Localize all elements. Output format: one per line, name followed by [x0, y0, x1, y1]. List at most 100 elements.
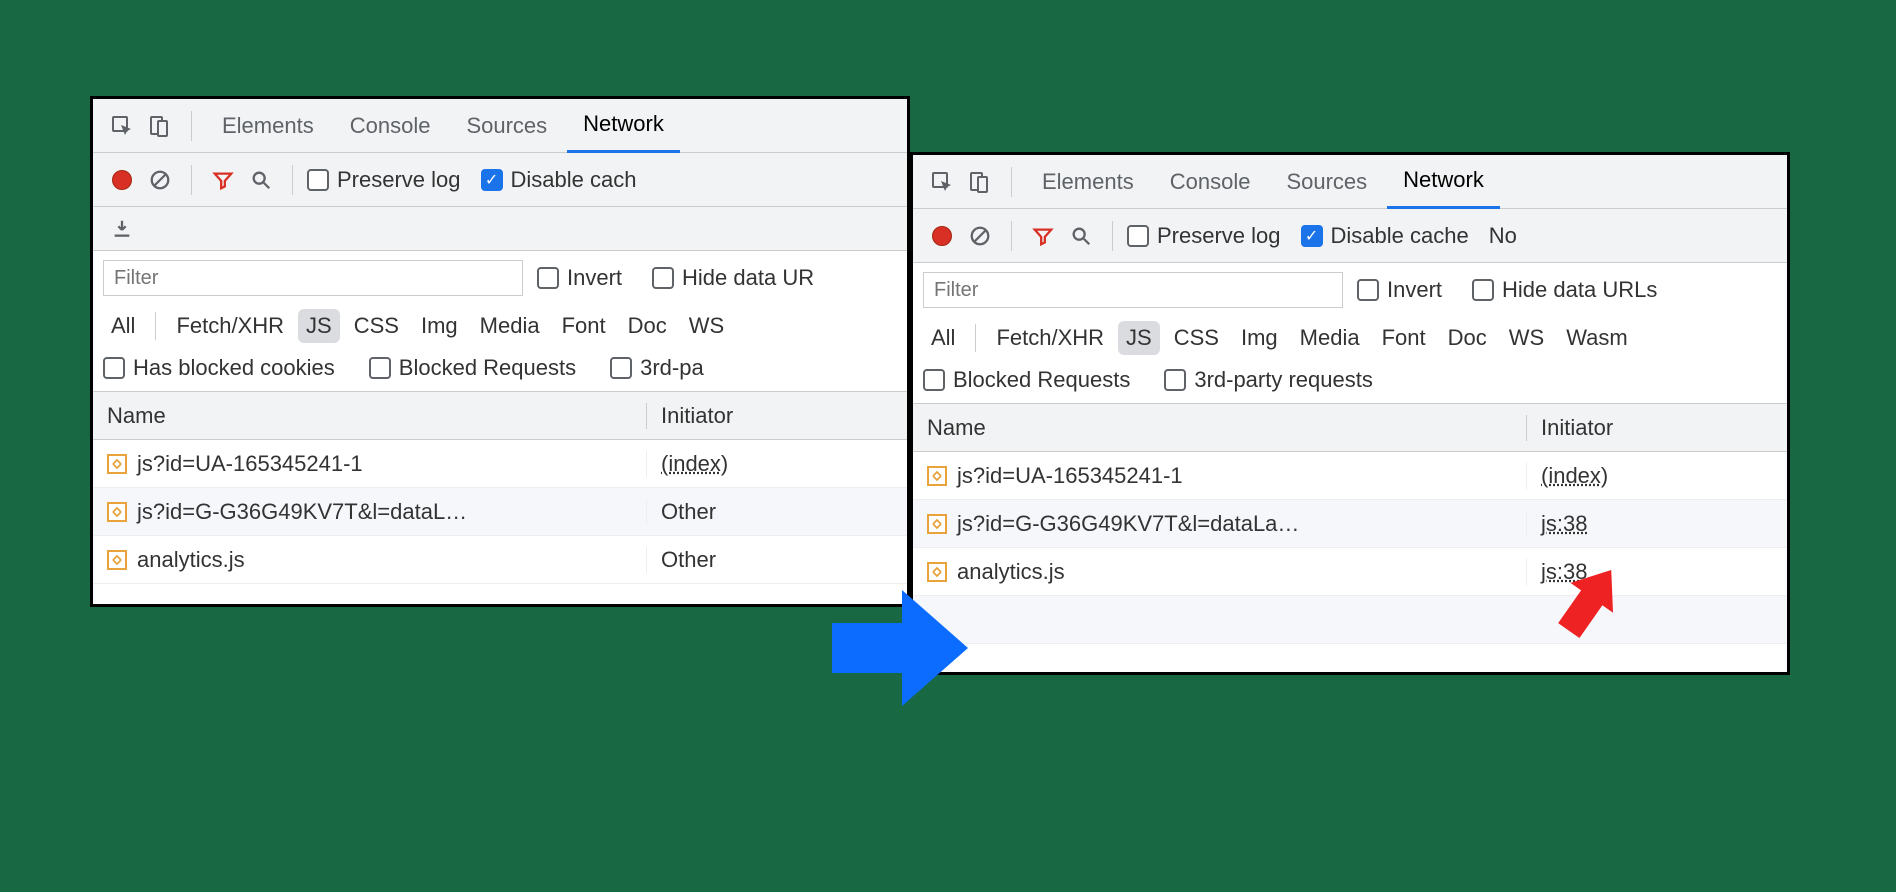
filter-input[interactable]	[103, 260, 523, 296]
disable-cache-option[interactable]: ✓Disable cache	[1301, 223, 1469, 249]
type-css[interactable]: CSS	[1166, 321, 1227, 355]
blue-arrow-icon	[830, 588, 970, 708]
request-name: js?id=UA-165345241-1	[137, 451, 363, 477]
request-name: analytics.js	[137, 547, 245, 573]
separator	[1011, 167, 1012, 197]
request-name: js?id=UA-165345241-1	[957, 463, 1183, 489]
filter-toggle-icon[interactable]	[206, 163, 240, 197]
preserve-log-option[interactable]: Preserve log	[307, 167, 461, 193]
tab-console[interactable]: Console	[334, 99, 447, 153]
filter-controls-row: Invert Hide data UR	[93, 251, 907, 305]
type-all[interactable]: All	[923, 321, 963, 355]
preserve-log-option[interactable]: Preserve log	[1127, 223, 1281, 249]
type-font[interactable]: Font	[1374, 321, 1434, 355]
request-table-header: Name Initiator	[93, 392, 907, 440]
search-icon[interactable]	[244, 163, 278, 197]
disable-cache-option[interactable]: ✓Disable cach	[481, 167, 637, 193]
initiator-text: Other	[661, 547, 716, 572]
tab-sources[interactable]: Sources	[1270, 155, 1383, 209]
separator	[191, 165, 192, 195]
tab-elements[interactable]: Elements	[206, 99, 330, 153]
devtools-panel-before: Elements Console Sources Network Preserv…	[90, 96, 910, 607]
type-wasm[interactable]: Wasm	[1558, 321, 1636, 355]
search-icon[interactable]	[1064, 219, 1098, 253]
initiator-link[interactable]: js:38	[1541, 511, 1587, 536]
hide-data-urls-option[interactable]: Hide data URLs	[1472, 277, 1657, 303]
request-table-header: Name Initiator	[913, 404, 1787, 452]
device-toggle-icon[interactable]	[143, 109, 177, 143]
tab-sources[interactable]: Sources	[450, 99, 563, 153]
initiator-link[interactable]: (index)	[661, 451, 728, 476]
table-row[interactable]: js?id=G-G36G49KV7T&l=dataL… Other	[93, 488, 907, 536]
request-name: js?id=G-G36G49KV7T&l=dataL…	[137, 499, 467, 525]
type-css[interactable]: CSS	[346, 309, 407, 343]
initiator-link[interactable]: (index)	[1541, 463, 1608, 488]
resource-type-filters: All Fetch/XHR JS CSS Img Media Font Doc …	[913, 317, 1787, 363]
type-js[interactable]: JS	[298, 309, 340, 343]
type-doc[interactable]: Doc	[620, 309, 675, 343]
type-img[interactable]: Img	[1233, 321, 1286, 355]
initiator-text: Other	[661, 499, 716, 524]
separator	[1112, 221, 1113, 251]
table-row[interactable]: js?id=UA-165345241-1 (index)	[913, 452, 1787, 500]
tab-network[interactable]: Network	[1387, 155, 1500, 209]
main-tabs-toolbar: Elements Console Sources Network	[93, 99, 907, 153]
type-font[interactable]: Font	[554, 309, 614, 343]
column-name[interactable]: Name	[913, 415, 1527, 441]
blocked-requests-option[interactable]: Blocked Requests	[923, 367, 1130, 393]
inspect-element-icon[interactable]	[105, 109, 139, 143]
invert-option[interactable]: Invert	[1357, 277, 1442, 303]
type-doc[interactable]: Doc	[1440, 321, 1495, 355]
column-name[interactable]: Name	[93, 403, 647, 429]
type-fetch[interactable]: Fetch/XHR	[168, 309, 292, 343]
separator	[191, 111, 192, 141]
type-all[interactable]: All	[103, 309, 143, 343]
filter-input[interactable]	[923, 272, 1343, 308]
table-row[interactable]: analytics.js Other	[93, 536, 907, 584]
tab-elements[interactable]: Elements	[1026, 155, 1150, 209]
third-party-option[interactable]: 3rd-party requests	[1164, 367, 1373, 393]
column-initiator[interactable]: Initiator	[647, 403, 907, 429]
clear-icon[interactable]	[143, 163, 177, 197]
type-ws[interactable]: WS	[1501, 321, 1552, 355]
column-initiator[interactable]: Initiator	[1527, 415, 1787, 441]
clear-icon[interactable]	[963, 219, 997, 253]
main-tabs-toolbar: Elements Console Sources Network	[913, 155, 1787, 209]
separator	[292, 165, 293, 195]
devtools-panel-after: Elements Console Sources Network Preserv…	[910, 152, 1790, 675]
download-icon[interactable]	[105, 212, 139, 246]
type-media[interactable]: Media	[1292, 321, 1368, 355]
table-row[interactable]: analytics.js js:38	[913, 548, 1787, 596]
type-fetch[interactable]: Fetch/XHR	[988, 321, 1112, 355]
table-row[interactable]: js?id=UA-165345241-1 (index)	[93, 440, 907, 488]
third-party-option[interactable]: 3rd-pa	[610, 355, 704, 381]
inspect-element-icon[interactable]	[925, 165, 959, 199]
separator	[1011, 221, 1012, 251]
type-img[interactable]: Img	[413, 309, 466, 343]
type-media[interactable]: Media	[472, 309, 548, 343]
tab-network[interactable]: Network	[567, 99, 680, 153]
type-js[interactable]: JS	[1118, 321, 1160, 355]
blocked-requests-option[interactable]: Blocked Requests	[369, 355, 576, 381]
network-toolbar: Preserve log ✓Disable cache No	[913, 209, 1787, 263]
type-ws[interactable]: WS	[681, 309, 732, 343]
network-toolbar: Preserve log ✓Disable cach	[93, 153, 907, 207]
invert-option[interactable]: Invert	[537, 265, 622, 291]
filter-controls-row: Invert Hide data URLs	[913, 263, 1787, 317]
request-name: analytics.js	[957, 559, 1065, 585]
request-name: js?id=G-G36G49KV7T&l=dataLa…	[957, 511, 1299, 537]
extra-filters-row: Has blocked cookies Blocked Requests 3rd…	[93, 351, 907, 392]
resource-type-filters: All Fetch/XHR JS CSS Img Media Font Doc …	[93, 305, 907, 351]
record-button[interactable]	[925, 219, 959, 253]
tab-console[interactable]: Console	[1154, 155, 1267, 209]
has-blocked-cookies-option[interactable]: Has blocked cookies	[103, 355, 335, 381]
record-button[interactable]	[105, 163, 139, 197]
red-arrow-icon	[1536, 556, 1636, 656]
hide-data-urls-option[interactable]: Hide data UR	[652, 265, 814, 291]
table-row[interactable]: js?id=G-G36G49KV7T&l=dataLa… js:38	[913, 500, 1787, 548]
filter-toggle-icon[interactable]	[1026, 219, 1060, 253]
truncated-option: No	[1489, 223, 1517, 249]
device-toggle-icon[interactable]	[963, 165, 997, 199]
extra-filters-row: Blocked Requests 3rd-party requests	[913, 363, 1787, 404]
table-row-empty	[913, 596, 1787, 644]
